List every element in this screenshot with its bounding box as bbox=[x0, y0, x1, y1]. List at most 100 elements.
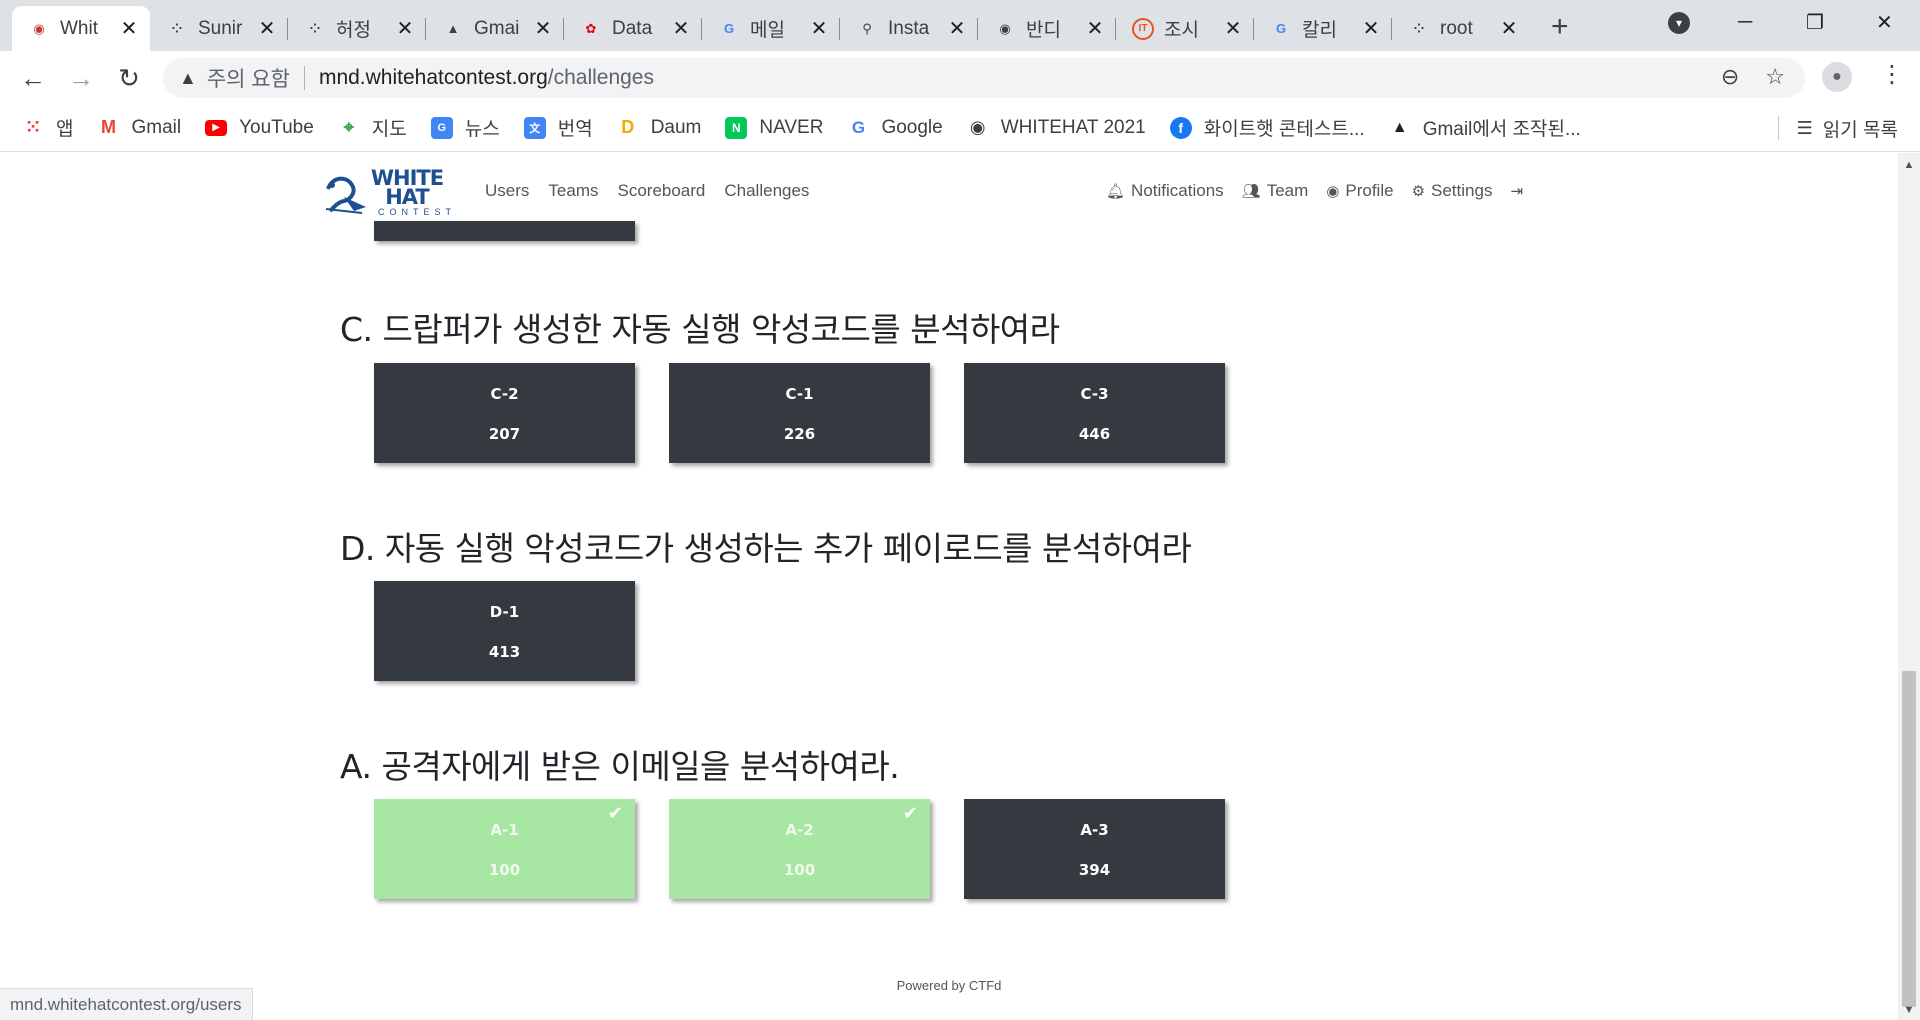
apps-grid-icon: ⁙ bbox=[25, 117, 41, 137]
tab-search-icon[interactable]: ▾ bbox=[1668, 0, 1690, 45]
address-bar[interactable]: ▲ 주의 요함 mnd.whitehatcontest.org/challeng… bbox=[163, 58, 1805, 98]
challenge-points: 226 bbox=[783, 425, 816, 443]
reading-list[interactable]: ☰ 읽기 목록 bbox=[1777, 104, 1898, 152]
omnibox-actions: ⊖ ☆ bbox=[1721, 64, 1785, 90]
tab-title: Sunir bbox=[198, 17, 243, 39]
gmail-icon: M bbox=[100, 117, 116, 137]
tab-kali[interactable]: G 칼리 ✕ bbox=[1254, 6, 1392, 51]
footer-powered-by[interactable]: Powered by CTFd bbox=[0, 978, 1898, 993]
tab-heojeong[interactable]: ⁘ 허정 ✕ bbox=[288, 6, 426, 51]
bookmark-star-icon[interactable]: ☆ bbox=[1765, 64, 1785, 90]
challenge-card[interactable]: C-3 446 bbox=[964, 363, 1225, 463]
bookmark-apps[interactable]: ⁙ 앱 bbox=[22, 114, 73, 141]
bookmark-news[interactable]: G 뉴스 bbox=[430, 114, 500, 141]
mountain-icon: ▲ bbox=[1391, 118, 1408, 136]
new-tab-button[interactable]: + bbox=[1551, 10, 1569, 44]
minimize-icon[interactable]: ─ bbox=[1738, 0, 1752, 45]
close-tab-icon[interactable]: ✕ bbox=[1086, 16, 1104, 41]
scroll-up-icon[interactable]: ▲ bbox=[1898, 159, 1920, 171]
bookmark-label: 지도 bbox=[371, 119, 407, 140]
close-tab-icon[interactable]: ✕ bbox=[396, 16, 414, 41]
logout-button[interactable]: ⇥ bbox=[1510, 182, 1523, 200]
nav-challenges[interactable]: Challenges bbox=[724, 181, 809, 201]
challenge-card-solved[interactable]: ✔ A-2 100 bbox=[669, 799, 930, 899]
bookmark-facebook[interactable]: f 화이트햇 콘테스트... bbox=[1169, 114, 1365, 141]
forward-button[interactable]: → bbox=[64, 61, 98, 95]
mountain-icon: ▲ bbox=[446, 21, 460, 36]
back-button[interactable]: ← bbox=[16, 61, 50, 95]
bookmark-label: WHITEHAT 2021 bbox=[1000, 116, 1146, 138]
challenge-card[interactable]: D-1 413 bbox=[374, 581, 635, 681]
warning-icon: ▲ bbox=[179, 67, 197, 88]
restore-icon[interactable]: ❐ bbox=[1806, 0, 1824, 45]
nav-notifications[interactable]: 🔔︎ Notifications bbox=[1106, 181, 1224, 201]
tab-mail[interactable]: G 메일 ✕ bbox=[702, 6, 840, 51]
nav-scoreboard[interactable]: Scoreboard bbox=[617, 181, 705, 201]
nav-right: 🔔︎ Notifications 👥︎ Team ◉ Profile ⚙ Set… bbox=[1106, 181, 1523, 201]
browser-menu-icon[interactable]: ⋮ bbox=[1880, 60, 1904, 89]
zoom-icon[interactable]: ⊖ bbox=[1721, 64, 1739, 90]
challenge-card[interactable]: C-1 226 bbox=[669, 363, 930, 463]
tab-sunir[interactable]: ⁘ Sunir ✕ bbox=[150, 6, 288, 51]
challenge-card[interactable]: C-2 207 bbox=[374, 363, 635, 463]
bookmark-gmail-phish[interactable]: ▲ Gmail에서 조작된... bbox=[1389, 114, 1581, 141]
tab-title: 칼리 bbox=[1302, 20, 1337, 41]
profile-avatar-icon[interactable]: ● bbox=[1822, 62, 1852, 92]
scrollbar-thumb[interactable] bbox=[1902, 671, 1916, 1007]
challenge-card-partial[interactable] bbox=[374, 221, 635, 241]
tab-strip: ◉ Whit ✕ ⁘ Sunir ✕ ⁘ 허정 ✕ ▲ Gmai ✕ ✿ Dat… bbox=[0, 0, 1920, 51]
bookmark-label: Daum bbox=[650, 116, 702, 138]
nav-team[interactable]: 👥︎ Team bbox=[1242, 181, 1309, 201]
challenge-card-solved[interactable]: ✔ A-1 100 bbox=[374, 799, 635, 899]
challenge-card[interactable]: A-3 394 bbox=[964, 799, 1225, 899]
nav-profile[interactable]: ◉ Profile bbox=[1326, 181, 1393, 201]
close-tab-icon[interactable]: ✕ bbox=[672, 16, 690, 41]
tab-title: Whit bbox=[60, 17, 98, 39]
close-tab-icon[interactable]: ✕ bbox=[120, 16, 138, 41]
bookmark-gmail[interactable]: M Gmail bbox=[97, 117, 181, 139]
bookmark-maps[interactable]: ⌖ 지도 bbox=[338, 114, 407, 141]
challenge-name: A-1 bbox=[490, 821, 519, 839]
bookmark-naver[interactable]: N NAVER bbox=[725, 116, 823, 139]
whitehat-logo[interactable]: WHITE HAT CONTEST bbox=[322, 167, 462, 217]
close-tab-icon[interactable]: ✕ bbox=[258, 16, 276, 41]
tab-whitehat[interactable]: ◉ Whit ✕ bbox=[12, 6, 150, 51]
tab-root[interactable]: ⁘ root ✕ bbox=[1392, 6, 1530, 51]
dots-icon: ⁘ bbox=[1413, 20, 1425, 36]
tab-title: 조시 bbox=[1164, 20, 1199, 41]
nav-users[interactable]: Users bbox=[485, 181, 529, 201]
close-tab-icon[interactable]: ✕ bbox=[1362, 16, 1380, 41]
bell-icon: 🔔︎ bbox=[1106, 183, 1126, 200]
challenge-points: 100 bbox=[488, 861, 521, 879]
reload-button[interactable]: ↻ bbox=[112, 61, 146, 95]
tab-gmail[interactable]: ▲ Gmai ✕ bbox=[426, 6, 564, 51]
nav-settings[interactable]: ⚙ Settings bbox=[1412, 181, 1493, 201]
challenge-name: C-1 bbox=[785, 385, 814, 403]
close-window-icon[interactable]: ✕ bbox=[1876, 0, 1893, 45]
bookmark-label: 뉴스 bbox=[464, 119, 500, 140]
tab-data[interactable]: ✿ Data ✕ bbox=[564, 6, 702, 51]
nav-label: Settings bbox=[1431, 181, 1493, 200]
close-tab-icon[interactable]: ✕ bbox=[1500, 16, 1518, 41]
close-tab-icon[interactable]: ✕ bbox=[534, 16, 552, 41]
tab-list: ◉ Whit ✕ ⁘ Sunir ✕ ⁘ 허정 ✕ ▲ Gmai ✕ ✿ Dat… bbox=[12, 6, 1530, 51]
ctfd-icon: ◉ bbox=[33, 20, 45, 36]
tab-bandi[interactable]: ◉ 반디 ✕ bbox=[978, 6, 1116, 51]
page-scrollbar[interactable]: ▲ ▼ bbox=[1898, 153, 1920, 1020]
close-tab-icon[interactable]: ✕ bbox=[810, 16, 828, 41]
tab-insta[interactable]: ⚲ Insta ✕ bbox=[840, 6, 978, 51]
user-circle-icon: ◉ bbox=[1326, 183, 1340, 200]
nav-left: Users Teams Scoreboard Challenges bbox=[485, 181, 809, 201]
close-tab-icon[interactable]: ✕ bbox=[1224, 16, 1242, 41]
bookmark-daum[interactable]: D Daum bbox=[617, 116, 702, 139]
tab-josi[interactable]: IT 조시 ✕ bbox=[1116, 6, 1254, 51]
challenge-name: A-2 bbox=[785, 821, 814, 839]
bookmark-whitehat[interactable]: ◉ WHITEHAT 2021 bbox=[967, 117, 1146, 139]
bookmark-youtube[interactable]: ▶ YouTube bbox=[205, 117, 314, 139]
scroll-down-icon[interactable]: ▼ bbox=[1898, 1004, 1920, 1016]
dots-icon: ⁘ bbox=[309, 20, 321, 36]
bookmark-translate[interactable]: 文 번역 bbox=[523, 114, 593, 141]
bookmark-google[interactable]: G Google bbox=[847, 117, 943, 139]
close-tab-icon[interactable]: ✕ bbox=[948, 16, 966, 41]
nav-teams[interactable]: Teams bbox=[548, 181, 598, 201]
